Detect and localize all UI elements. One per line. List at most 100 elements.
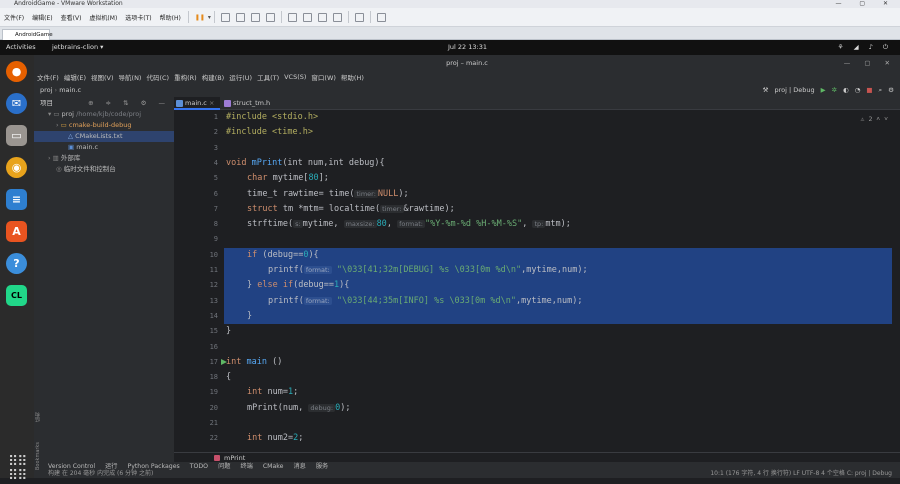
vm-tab-androidgame[interactable]: AndroidGame — [2, 29, 53, 40]
snapshot-manager-icon[interactable] — [265, 12, 275, 22]
clock[interactable]: Jul 22 13:31 — [448, 40, 487, 55]
vmware-title-bar: AndroidGame - VMware Workstation — ▢ ✕ — [0, 0, 900, 8]
code-area[interactable]: ⚠ 2 ˄ ˅ 1 2 3 4 5 6 7 8 9 10 11 12 13 14… — [174, 110, 900, 452]
vm-menu-file[interactable]: 文件(F) — [4, 13, 24, 22]
menu-code[interactable]: 代码(C) — [146, 72, 169, 82]
menu-help[interactable]: 帮助(H) — [341, 72, 364, 82]
tree-item-proj[interactable]: ▾ ▭ proj /home/kjb/code/proj — [48, 109, 141, 120]
vm-menu-tabs[interactable]: 选项卡(T) — [125, 13, 151, 22]
library-icon[interactable] — [287, 12, 297, 22]
tree-item-main-c[interactable]: ▣ main.c — [68, 142, 98, 153]
tree-item-cmake-build-debug[interactable]: › ▭ cmake-build-debug — [56, 120, 131, 131]
code-line-20: mPrint(num, debug: 0); — [247, 402, 351, 413]
settings-icon[interactable]: ⚙ — [888, 86, 894, 94]
software-icon[interactable]: A — [6, 221, 27, 242]
ide-window-controls[interactable]: — ▢ ✕ — [844, 55, 896, 71]
console-icon[interactable] — [354, 12, 364, 22]
vm-menu-view[interactable]: 查看(V) — [61, 13, 82, 22]
send-keys-icon[interactable] — [220, 12, 230, 22]
menu-run[interactable]: 运行(U) — [229, 72, 252, 82]
stretch-icon[interactable] — [376, 12, 386, 22]
profile-icon[interactable]: ◔ — [855, 86, 861, 94]
menu-tools[interactable]: 工具(T) — [257, 72, 279, 82]
run-toolbar: ⚒ proj | Debug ▶ ✲ ◐ ◔ ■ ⌕ ⚙ — [757, 83, 894, 97]
code-line-12: } else if(debug==1){ — [247, 280, 350, 291]
search-icon[interactable]: ⌕ — [879, 86, 883, 95]
function-breadcrumb[interactable]: mPrint — [174, 452, 900, 462]
thunderbird-icon[interactable]: ✉ — [6, 93, 27, 114]
writer-icon[interactable]: ≡ — [6, 189, 27, 210]
line-number: 7 — [213, 204, 218, 213]
revert-snapshot-icon[interactable] — [250, 12, 260, 22]
menu-window[interactable]: 窗口(W) — [311, 72, 336, 82]
app-menu[interactable]: jetbrains-clion ▾ — [52, 40, 103, 55]
project-panel-tools[interactable]: ⊕ ≑ ⇅ ⚙ — — [88, 97, 170, 109]
help-icon[interactable]: ? — [6, 253, 27, 274]
code-line-2: #include <time.h> — [226, 127, 313, 138]
vm-menu-vm[interactable]: 虚拟机(M) — [89, 13, 117, 22]
menu-refactor[interactable]: 重构(R) — [174, 72, 197, 82]
editor-scrollbar[interactable] — [892, 110, 900, 452]
close-icon[interactable]: × — [209, 99, 214, 107]
tree-item-cmakelists[interactable]: △ CMakeLists.txt — [34, 131, 174, 142]
dropdown-icon[interactable]: ▾ — [208, 14, 211, 21]
menu-view[interactable]: 视图(V) — [91, 72, 114, 82]
h-file-icon — [224, 100, 231, 107]
project-panel-header: 项目 ⊕ ≑ ⇅ ⚙ — — [34, 97, 174, 109]
separator — [213, 11, 215, 23]
menu-build[interactable]: 构建(B) — [202, 72, 225, 82]
code-line-10: if (debug==0){ — [247, 249, 319, 260]
code-line-4: void mPrint(int num,int debug){ — [226, 157, 385, 168]
system-menu-icons[interactable]: ⚘ ◢ ♪ ⏻ — [838, 40, 892, 55]
inspection-widget[interactable]: ⚠ 2 ˄ ˅ — [861, 115, 888, 123]
line-number: 15 — [209, 327, 218, 336]
structure-tab[interactable]: 结构 — [35, 412, 41, 422]
run-icon[interactable]: ▶ — [821, 86, 826, 94]
tree-item-scratches[interactable]: ◎ 临时文件和控制台 — [56, 164, 116, 175]
pause-icon[interactable]: ❚❚ — [195, 14, 205, 21]
tab-main-c[interactable]: main.c × — [174, 97, 220, 110]
window-controls[interactable]: — ▢ ✕ — [835, 0, 896, 8]
debug-icon[interactable]: ✲ — [832, 86, 837, 94]
line-number: 9 — [213, 235, 218, 244]
vm-menu-edit[interactable]: 编辑(E) — [32, 13, 52, 22]
vm-menu-help[interactable]: 帮助(H) — [160, 13, 181, 22]
line-number: 10 — [209, 250, 218, 259]
menu-navigate[interactable]: 导航(N) — [119, 72, 142, 82]
firefox-icon[interactable]: ● — [6, 61, 27, 82]
activities-button[interactable]: Activities — [6, 40, 36, 55]
status-info[interactable]: 10:1 (176 字符, 4 行 换行符) LF UTF-8 4 个空格 C:… — [710, 470, 892, 478]
project-panel-title[interactable]: 项目 — [40, 99, 53, 107]
thumbnail-icon[interactable] — [302, 12, 312, 22]
tree-item-external-libs[interactable]: › ▥ 外部库 — [48, 153, 80, 164]
show-applications-icon[interactable]: ⠿⠿ ⠿⠿ — [8, 455, 27, 483]
editor: main.c × struct_tm.h ⚠ 2 ˄ ˅ 1 2 3 4 5 6… — [174, 97, 900, 452]
code-line-19: int num=1; — [247, 387, 299, 398]
files-icon[interactable]: ▭ — [6, 125, 27, 146]
menu-edit[interactable]: 编辑(E) — [64, 72, 86, 82]
menu-vcs[interactable]: VCS(S) — [284, 73, 306, 81]
line-number: 1 — [213, 113, 218, 121]
tab-struct-tm-h[interactable]: struct_tm.h — [222, 97, 284, 110]
breadcrumb-file[interactable]: main.c — [59, 86, 81, 94]
rhythmbox-icon[interactable]: ◉ — [6, 157, 27, 178]
line-number: 5 — [213, 174, 218, 183]
stop-icon[interactable]: ■ — [866, 86, 872, 94]
line-number: 19 — [209, 388, 218, 397]
snapshot-icon[interactable] — [235, 12, 245, 22]
clion-window: proj – main.c — ▢ ✕ 文件(F) 编辑(E) 视图(V) 导航… — [34, 55, 900, 478]
run-config-select[interactable]: proj | Debug — [774, 86, 814, 94]
coverage-icon[interactable]: ◐ — [843, 86, 849, 94]
code-line-13: printf(format: "\033[44;35m[INFO] %s \03… — [268, 295, 583, 306]
menu-file[interactable]: 文件(F) — [37, 72, 59, 82]
full-screen-icon[interactable] — [317, 12, 327, 22]
line-number: 22 — [209, 434, 218, 443]
breadcrumb-project[interactable]: proj — [40, 86, 52, 94]
dock: ● ✉ ▭ ◉ ≡ A ? CL ⠿⠿ ⠿⠿ — [0, 55, 34, 483]
unity-icon[interactable] — [332, 12, 342, 22]
build-hammer-icon[interactable]: ⚒ — [763, 86, 769, 94]
line-number: 11 — [209, 266, 218, 274]
status-bar: 构建 在 204 毫秒 内完成 (6 分钟 之前) 10:1 (176 字符, … — [34, 470, 900, 478]
status-message[interactable]: 构建 在 204 毫秒 内完成 (6 分钟 之前) — [48, 470, 153, 477]
clion-icon[interactable]: CL — [6, 285, 27, 306]
